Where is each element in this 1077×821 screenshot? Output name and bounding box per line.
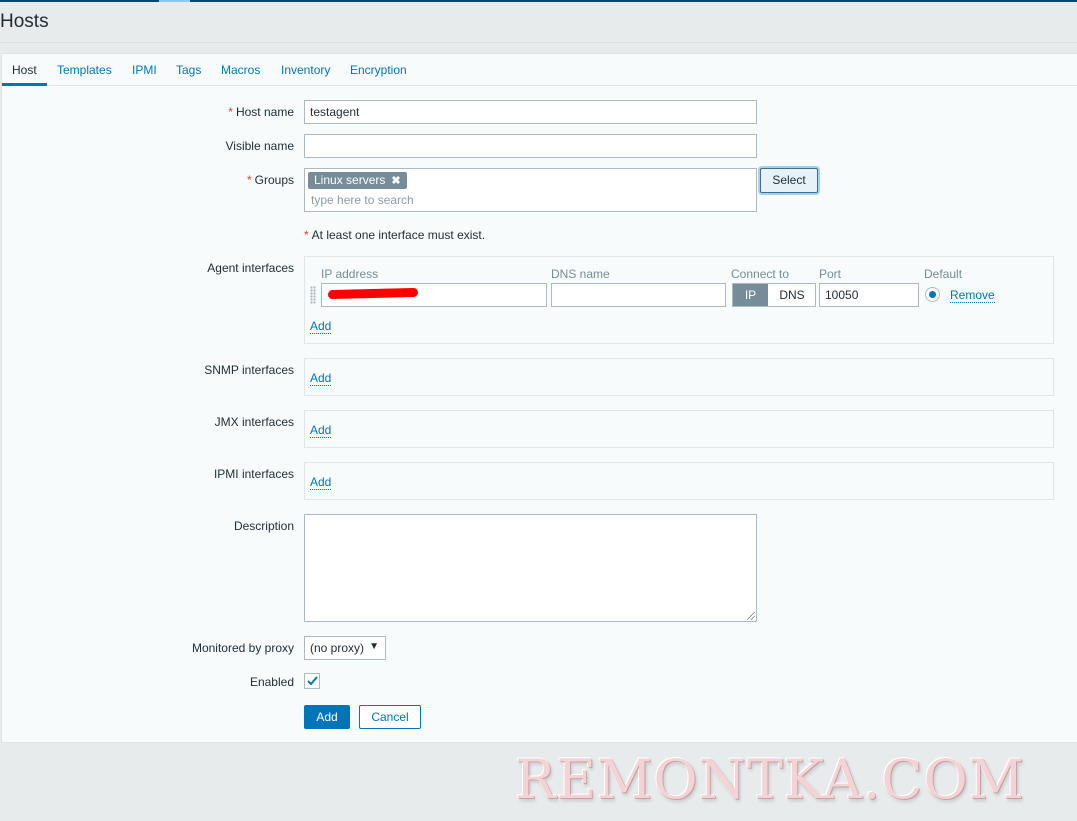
col-ip-address: IP address xyxy=(321,267,379,281)
agent-dns-input[interactable] xyxy=(551,283,726,307)
resize-handle-icon[interactable] xyxy=(747,612,755,620)
ipmi-interfaces-box: Add xyxy=(304,462,1054,500)
agent-interfaces-label: Agent interfaces xyxy=(207,261,294,275)
top-nav-bar xyxy=(0,0,1077,2)
tab-encryption[interactable]: Encryption xyxy=(350,63,407,77)
enabled-checkbox[interactable] xyxy=(304,673,320,689)
proxy-selected-value: (no proxy) xyxy=(310,641,365,655)
host-name-label: * Host name xyxy=(228,105,294,119)
connect-dns-option[interactable]: DNS xyxy=(768,284,816,306)
dropdown-arrow-icon: ▼ xyxy=(369,641,379,652)
col-dns-name: DNS name xyxy=(551,267,610,281)
remove-group-icon[interactable]: ✖ xyxy=(391,175,400,187)
connect-ip-option[interactable]: IP xyxy=(733,284,768,306)
col-default: Default xyxy=(924,267,963,281)
tab-tags[interactable]: Tags xyxy=(176,63,201,77)
tab-inventory[interactable]: Inventory xyxy=(281,63,330,77)
add-jmx-interface-link[interactable]: Add xyxy=(310,423,332,438)
tab-ipmi[interactable]: IPMI xyxy=(132,63,157,77)
col-port: Port xyxy=(819,267,842,281)
top-nav-active-segment xyxy=(159,0,190,2)
groups-multiselect[interactable]: Linux servers ✖ type here to search xyxy=(304,168,757,212)
default-interface-radio[interactable] xyxy=(925,287,940,302)
host-form-panel: Host Templates IPMI Tags Macros Inventor… xyxy=(1,53,1077,743)
required-mark: * xyxy=(246,173,252,187)
enabled-label: Enabled xyxy=(249,675,294,689)
col-connect-to: Connect to xyxy=(731,267,790,281)
agent-interfaces-box: IP address DNS name Connect to Port Defa… xyxy=(304,256,1054,344)
drag-handle-icon[interactable] xyxy=(310,286,316,304)
active-tab-indicator xyxy=(2,83,47,86)
groups-label: * Groups xyxy=(247,173,294,187)
snmp-interfaces-label: SNMP interfaces xyxy=(204,363,294,377)
visible-name-input[interactable] xyxy=(304,134,757,158)
ipmi-interfaces-label: IPMI interfaces xyxy=(213,467,294,481)
description-textarea[interactable] xyxy=(304,514,757,622)
snmp-interfaces-box: Add xyxy=(304,358,1054,396)
required-mark: * xyxy=(304,228,309,242)
groups-select-button[interactable]: Select xyxy=(760,168,818,193)
tab-macros[interactable]: Macros xyxy=(221,63,260,77)
host-name-label-text: Host name xyxy=(235,105,294,119)
header-divider xyxy=(0,42,1077,43)
description-label: Description xyxy=(233,519,294,533)
interface-note-text: At least one interface must exist. xyxy=(311,228,486,242)
redaction-scribble xyxy=(327,287,419,300)
proxy-select[interactable]: (no proxy) ▼ xyxy=(304,636,386,660)
agent-port-input[interactable] xyxy=(819,283,919,307)
tab-bar: Host Templates IPMI Tags Macros Inventor… xyxy=(2,54,1077,86)
agent-ip-input[interactable] xyxy=(321,283,547,307)
add-button[interactable]: Add xyxy=(304,705,350,729)
remove-interface-link[interactable]: Remove xyxy=(950,288,995,303)
required-mark: * xyxy=(228,105,233,119)
proxy-label: Monitored by proxy xyxy=(191,641,294,655)
groups-search-placeholder[interactable]: type here to search xyxy=(311,193,414,207)
tab-host[interactable]: Host xyxy=(12,63,37,77)
checkmark-icon xyxy=(307,676,318,686)
cancel-button[interactable]: Cancel xyxy=(359,705,421,729)
page-title: Hosts xyxy=(0,11,49,32)
group-chip-label: Linux servers xyxy=(314,173,386,187)
visible-name-label: Visible name xyxy=(225,139,294,153)
host-name-input[interactable] xyxy=(304,100,757,124)
group-chip: Linux servers ✖ xyxy=(308,172,407,189)
groups-label-text: Groups xyxy=(254,173,294,187)
jmx-interfaces-label: JMX interfaces xyxy=(214,415,294,429)
jmx-interfaces-box: Add xyxy=(304,410,1054,448)
add-ipmi-interface-link[interactable]: Add xyxy=(310,475,332,490)
interface-note: * At least one interface must exist. xyxy=(304,228,485,242)
tab-templates[interactable]: Templates xyxy=(57,63,112,77)
add-agent-interface-link[interactable]: Add xyxy=(310,319,332,334)
add-snmp-interface-link[interactable]: Add xyxy=(310,371,332,386)
connect-to-toggle: IP DNS xyxy=(732,283,816,307)
watermark: REMONTKA.COM xyxy=(515,748,1026,811)
